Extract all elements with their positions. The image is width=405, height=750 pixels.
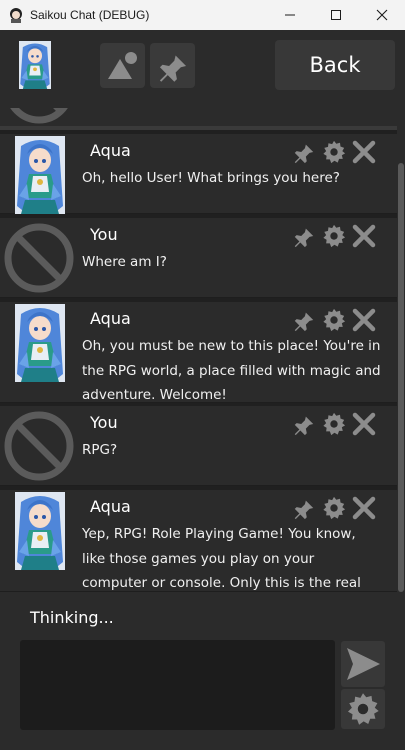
message-settings-button[interactable] xyxy=(321,495,347,521)
message-speaker: Aqua xyxy=(90,497,131,516)
send-icon xyxy=(347,648,380,680)
message-settings-button[interactable] xyxy=(321,223,347,249)
no-avatar-icon xyxy=(3,222,75,294)
close-button[interactable] xyxy=(359,0,405,30)
chat-log[interactable]: Aqua Oh, hello User! What brings you her… xyxy=(0,108,397,592)
image-button[interactable] xyxy=(100,43,145,88)
close-icon xyxy=(351,139,377,165)
message-partial xyxy=(0,108,397,130)
window-title: Saikou Chat (DEBUG) xyxy=(30,8,150,22)
pin-icon xyxy=(159,52,186,82)
message-text: Yep, RPG! Role Playing Game! You know, l… xyxy=(82,526,361,591)
status-text: Thinking... xyxy=(30,608,114,627)
pin-message-button[interactable] xyxy=(291,495,317,521)
delete-message-button[interactable] xyxy=(351,223,377,249)
close-icon xyxy=(351,495,377,521)
back-button[interactable]: Back xyxy=(275,40,395,90)
composer-settings-button[interactable] xyxy=(341,689,385,729)
composer-panel: Thinking... xyxy=(0,592,405,750)
minimize-button[interactable] xyxy=(267,0,313,30)
close-icon xyxy=(376,9,388,21)
message-item: Aqua Yep, RPG! Role Playing Game! You kn… xyxy=(0,490,397,592)
gear-icon xyxy=(347,693,379,725)
message-settings-button[interactable] xyxy=(321,139,347,165)
message-speaker: You xyxy=(90,225,118,244)
message-text: Where am I? xyxy=(82,254,167,270)
message-settings-button[interactable] xyxy=(321,411,347,437)
gear-icon xyxy=(323,308,346,332)
minimize-icon xyxy=(285,14,295,16)
gear-icon xyxy=(323,140,346,164)
message-text: Oh, hello User! What brings you here? xyxy=(82,170,340,186)
message-text: RPG? xyxy=(82,442,118,458)
app-icon xyxy=(10,8,22,23)
gear-icon xyxy=(323,412,346,436)
pin-icon xyxy=(294,414,314,436)
send-button[interactable] xyxy=(341,641,385,687)
pin-button[interactable] xyxy=(150,43,195,88)
top-toolbar: Back xyxy=(0,30,405,108)
character-avatar[interactable] xyxy=(19,41,51,89)
gear-icon xyxy=(323,496,346,520)
pin-message-button[interactable] xyxy=(291,223,317,249)
maximize-button[interactable] xyxy=(313,0,359,30)
message-speaker: Aqua xyxy=(90,141,131,160)
maximize-icon xyxy=(331,10,341,20)
message-settings-button[interactable] xyxy=(321,307,347,333)
aqua-avatar xyxy=(15,304,65,382)
pin-icon xyxy=(294,498,314,520)
image-icon xyxy=(107,51,137,79)
message-item: You Where am I? xyxy=(0,218,397,298)
chat-scrollbar[interactable] xyxy=(397,108,405,592)
pin-icon xyxy=(294,142,314,164)
scrollbar-thumb[interactable] xyxy=(398,163,404,592)
message-speaker: You xyxy=(90,413,118,432)
message-item: Aqua Oh, you must be new to this place! … xyxy=(0,302,397,403)
delete-message-button[interactable] xyxy=(351,139,377,165)
pin-message-button[interactable] xyxy=(291,411,317,437)
message-item: You RPG? xyxy=(0,406,397,486)
no-avatar-icon xyxy=(3,410,75,482)
aqua-avatar xyxy=(15,492,65,570)
close-icon xyxy=(351,223,377,249)
message-input[interactable] xyxy=(20,640,335,730)
pin-message-button[interactable] xyxy=(291,307,317,333)
title-bar: Saikou Chat (DEBUG) xyxy=(0,0,405,30)
aqua-avatar xyxy=(15,136,65,214)
pin-icon xyxy=(294,226,314,248)
message-text: Oh, you must be new to this place! You'r… xyxy=(82,338,381,403)
delete-message-button[interactable] xyxy=(351,411,377,437)
close-icon xyxy=(351,411,377,437)
close-icon xyxy=(351,307,377,333)
gear-icon xyxy=(323,224,346,248)
message-speaker: Aqua xyxy=(90,309,131,328)
delete-message-button[interactable] xyxy=(351,495,377,521)
no-avatar-icon xyxy=(3,108,75,125)
message-item: Aqua Oh, hello User! What brings you her… xyxy=(0,134,397,214)
delete-message-button[interactable] xyxy=(351,307,377,333)
pin-icon xyxy=(294,310,314,332)
pin-message-button[interactable] xyxy=(291,139,317,165)
